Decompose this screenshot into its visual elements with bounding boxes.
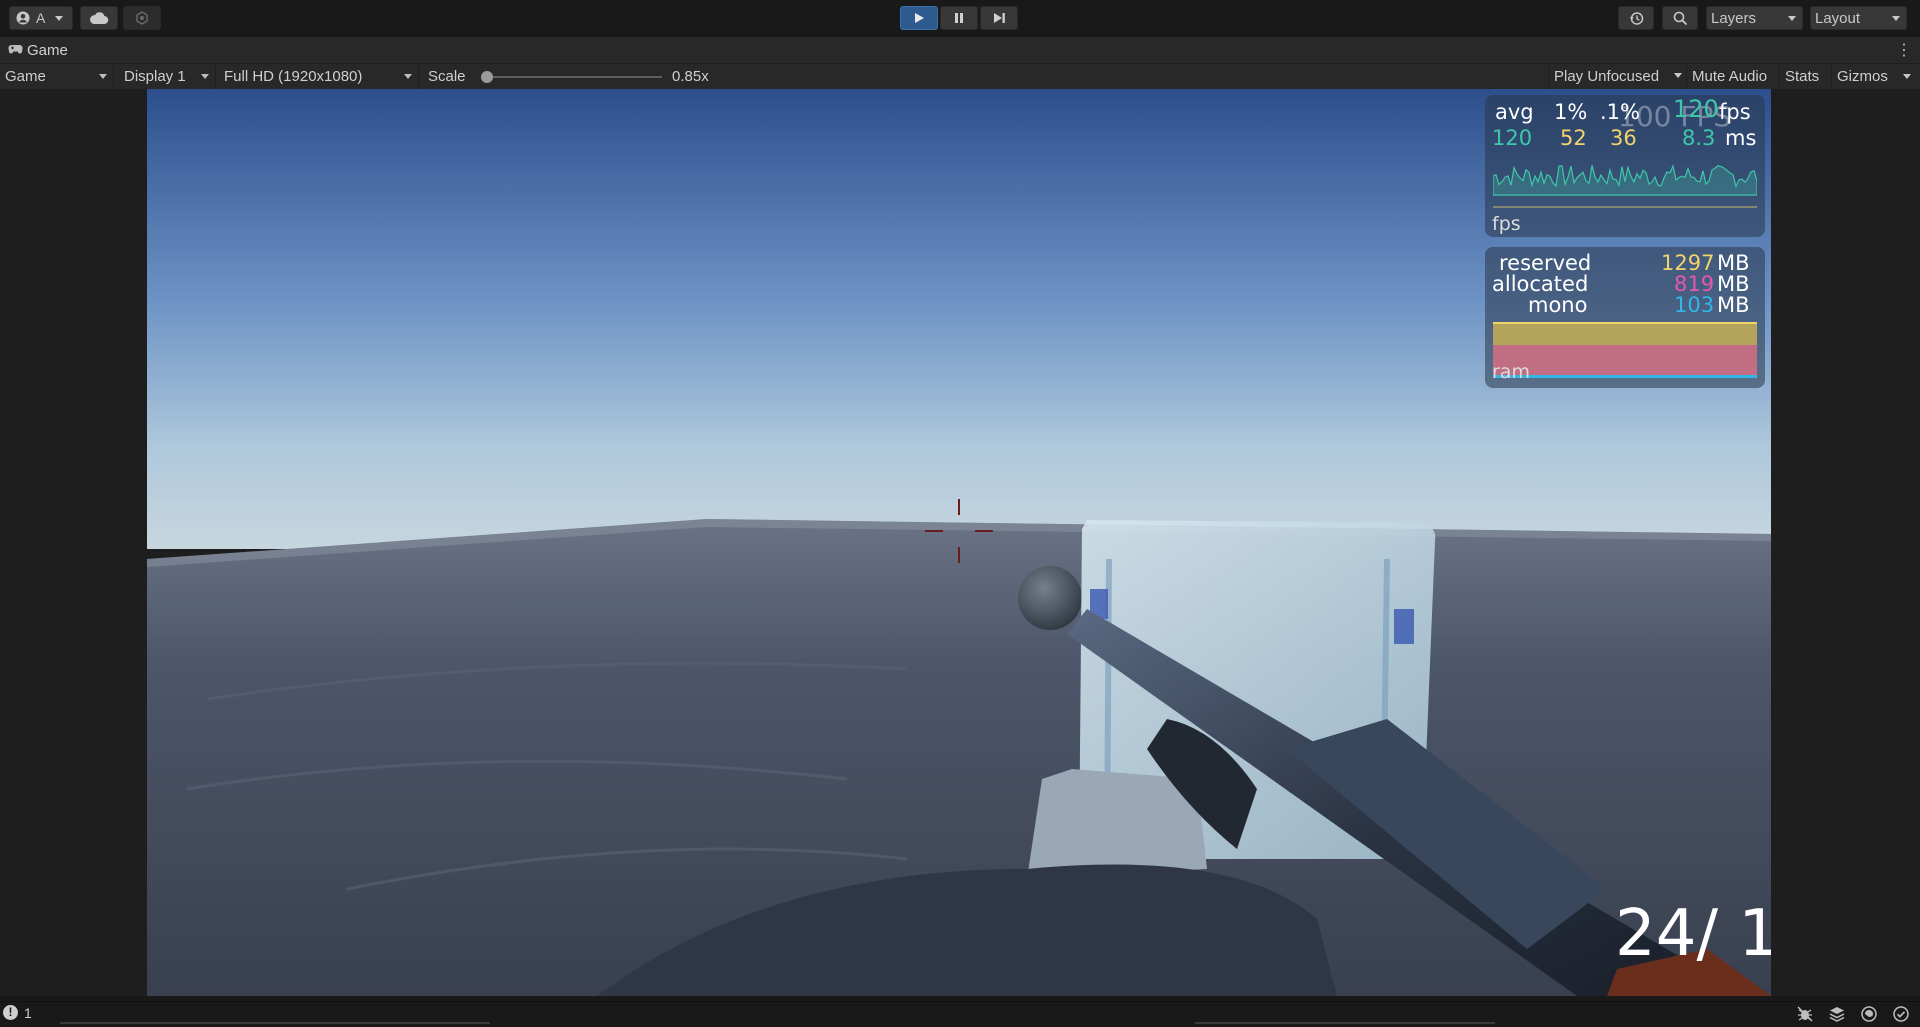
chevron-down-icon xyxy=(55,15,64,21)
ram-graph-label: ram xyxy=(1492,361,1530,383)
ms-value: 8.3 xyxy=(1682,126,1716,150)
info-icon[interactable]: ! xyxy=(3,1005,18,1020)
chevron-down-icon xyxy=(1674,73,1682,78)
search-icon xyxy=(1673,11,1688,26)
p1-label: 1% xyxy=(1554,100,1588,124)
progress-track-right xyxy=(1195,1022,1495,1024)
scale-slider-handle[interactable] xyxy=(481,71,493,83)
stats-label: Stats xyxy=(1785,68,1820,85)
history-button[interactable] xyxy=(1618,6,1654,30)
mono-label: mono xyxy=(1528,293,1588,317)
fps-graph-label: fps xyxy=(1492,213,1521,235)
layers-stack-icon[interactable] xyxy=(1828,1005,1846,1027)
scale-label: Scale xyxy=(428,68,466,85)
gizmos-toggle[interactable]: Gizmos xyxy=(1831,64,1891,89)
account-icon xyxy=(16,11,30,25)
ram-bar-mono xyxy=(1493,375,1757,378)
collab-button[interactable] xyxy=(123,6,161,30)
scale-slider[interactable] xyxy=(481,71,662,83)
collab-icon xyxy=(135,11,149,25)
view-mode-dropdown[interactable]: Game xyxy=(0,64,114,89)
mono-unit: MB xyxy=(1717,293,1750,317)
layout-dropdown[interactable]: Layout xyxy=(1810,6,1907,30)
resolution-dropdown[interactable]: Full HD (1920x1080) xyxy=(219,64,419,89)
reserved-unit: MB xyxy=(1717,251,1750,275)
layers-label: Layers xyxy=(1711,9,1757,27)
game-viewport[interactable]: avg 1% .1% 100 FPS 120 fps 120 52 36 8.3… xyxy=(147,89,1771,996)
tab-game[interactable]: Game xyxy=(0,37,78,63)
chevron-down-icon xyxy=(99,74,107,79)
view-mode-label: Game xyxy=(5,68,46,85)
play-icon xyxy=(913,12,925,24)
fps-graph xyxy=(1493,164,1757,208)
console-count: 1 xyxy=(24,1005,32,1021)
display-dropdown[interactable]: Display 1 xyxy=(119,64,216,89)
mute-audio-label: Mute Audio xyxy=(1692,68,1768,85)
cloud-button[interactable] xyxy=(80,6,118,30)
layout-label: Layout xyxy=(1815,9,1861,27)
display-label: Display 1 xyxy=(124,68,186,85)
step-icon xyxy=(993,12,1006,24)
resolution-label: Full HD (1920x1080) xyxy=(224,68,363,85)
layers-dropdown[interactable]: Layers xyxy=(1706,6,1803,30)
window-tab-bar: Game ⋮ xyxy=(0,37,1920,63)
ram-stats-panel: reserved 1297 MB allocated 819 MB mono 1… xyxy=(1485,247,1765,388)
p01-value: 36 xyxy=(1610,126,1637,150)
allocated-label: allocated xyxy=(1492,272,1589,296)
ammo-counter: 24/ 10 xyxy=(1615,897,1771,971)
allocated-unit: MB xyxy=(1717,272,1750,296)
chevron-down-icon xyxy=(201,74,209,79)
p1-value: 52 xyxy=(1560,126,1587,150)
search-button[interactable] xyxy=(1662,6,1698,30)
game-view-toolbar: Game Display 1 Full HD (1920x1080) Scale… xyxy=(0,63,1920,89)
gizmos-label: Gizmos xyxy=(1837,68,1888,85)
mute-audio-toggle[interactable]: Mute Audio xyxy=(1686,64,1779,89)
account-label: A xyxy=(36,10,46,26)
chevron-down-icon xyxy=(1903,74,1911,79)
play-button[interactable] xyxy=(900,6,938,30)
more-options-icon[interactable]: ⋮ xyxy=(1896,40,1912,60)
stats-toggle[interactable]: Stats xyxy=(1779,64,1831,89)
pause-icon xyxy=(953,12,965,24)
debug-icon[interactable] xyxy=(1796,1005,1814,1027)
play-mode-dropdown[interactable]: Play Unfocused xyxy=(1548,64,1686,89)
top-toolbar: A Layers Layout xyxy=(0,0,1920,37)
ram-bar-allocated xyxy=(1493,345,1757,375)
sphere-object xyxy=(1018,566,1082,630)
pause-button[interactable] xyxy=(940,6,978,30)
cloud-icon xyxy=(89,11,109,25)
ram-bar-reserved xyxy=(1493,322,1757,345)
check-icon[interactable] xyxy=(1892,1005,1910,1027)
status-bar: ! 1 xyxy=(0,1001,1920,1026)
fps-value: 120 xyxy=(1673,95,1719,123)
fps-stats-panel: avg 1% .1% 100 FPS 120 fps 120 52 36 8.3… xyxy=(1485,95,1765,237)
step-button[interactable] xyxy=(980,6,1018,30)
account-dropdown[interactable]: A xyxy=(9,6,73,30)
chevron-down-icon xyxy=(1788,16,1796,21)
reserved-value: 1297 xyxy=(1661,251,1715,275)
glass-cube-mark-right xyxy=(1394,609,1414,644)
chevron-down-icon xyxy=(404,74,412,79)
ram-graph xyxy=(1493,322,1757,380)
gizmos-dropdown-arrow[interactable] xyxy=(1893,64,1920,89)
tab-title: Game xyxy=(27,41,68,59)
reserved-label: reserved xyxy=(1499,251,1592,275)
scale-control: Scale 0.85x xyxy=(424,64,724,89)
play-mode-label: Play Unfocused xyxy=(1554,68,1660,85)
avg-value: 120 xyxy=(1492,126,1533,150)
chevron-down-icon xyxy=(1892,16,1900,21)
mono-value: 103 xyxy=(1674,293,1715,317)
gamepad-icon xyxy=(8,42,23,59)
avg-label: avg xyxy=(1495,100,1534,124)
history-icon xyxy=(1629,11,1644,26)
scale-value: 0.85x xyxy=(672,68,709,85)
progress-track xyxy=(60,1022,490,1024)
allocated-value: 819 xyxy=(1674,272,1715,296)
ms-unit: ms xyxy=(1725,126,1757,150)
fps-unit: fps xyxy=(1719,100,1751,124)
lighting-icon[interactable] xyxy=(1860,1005,1878,1027)
